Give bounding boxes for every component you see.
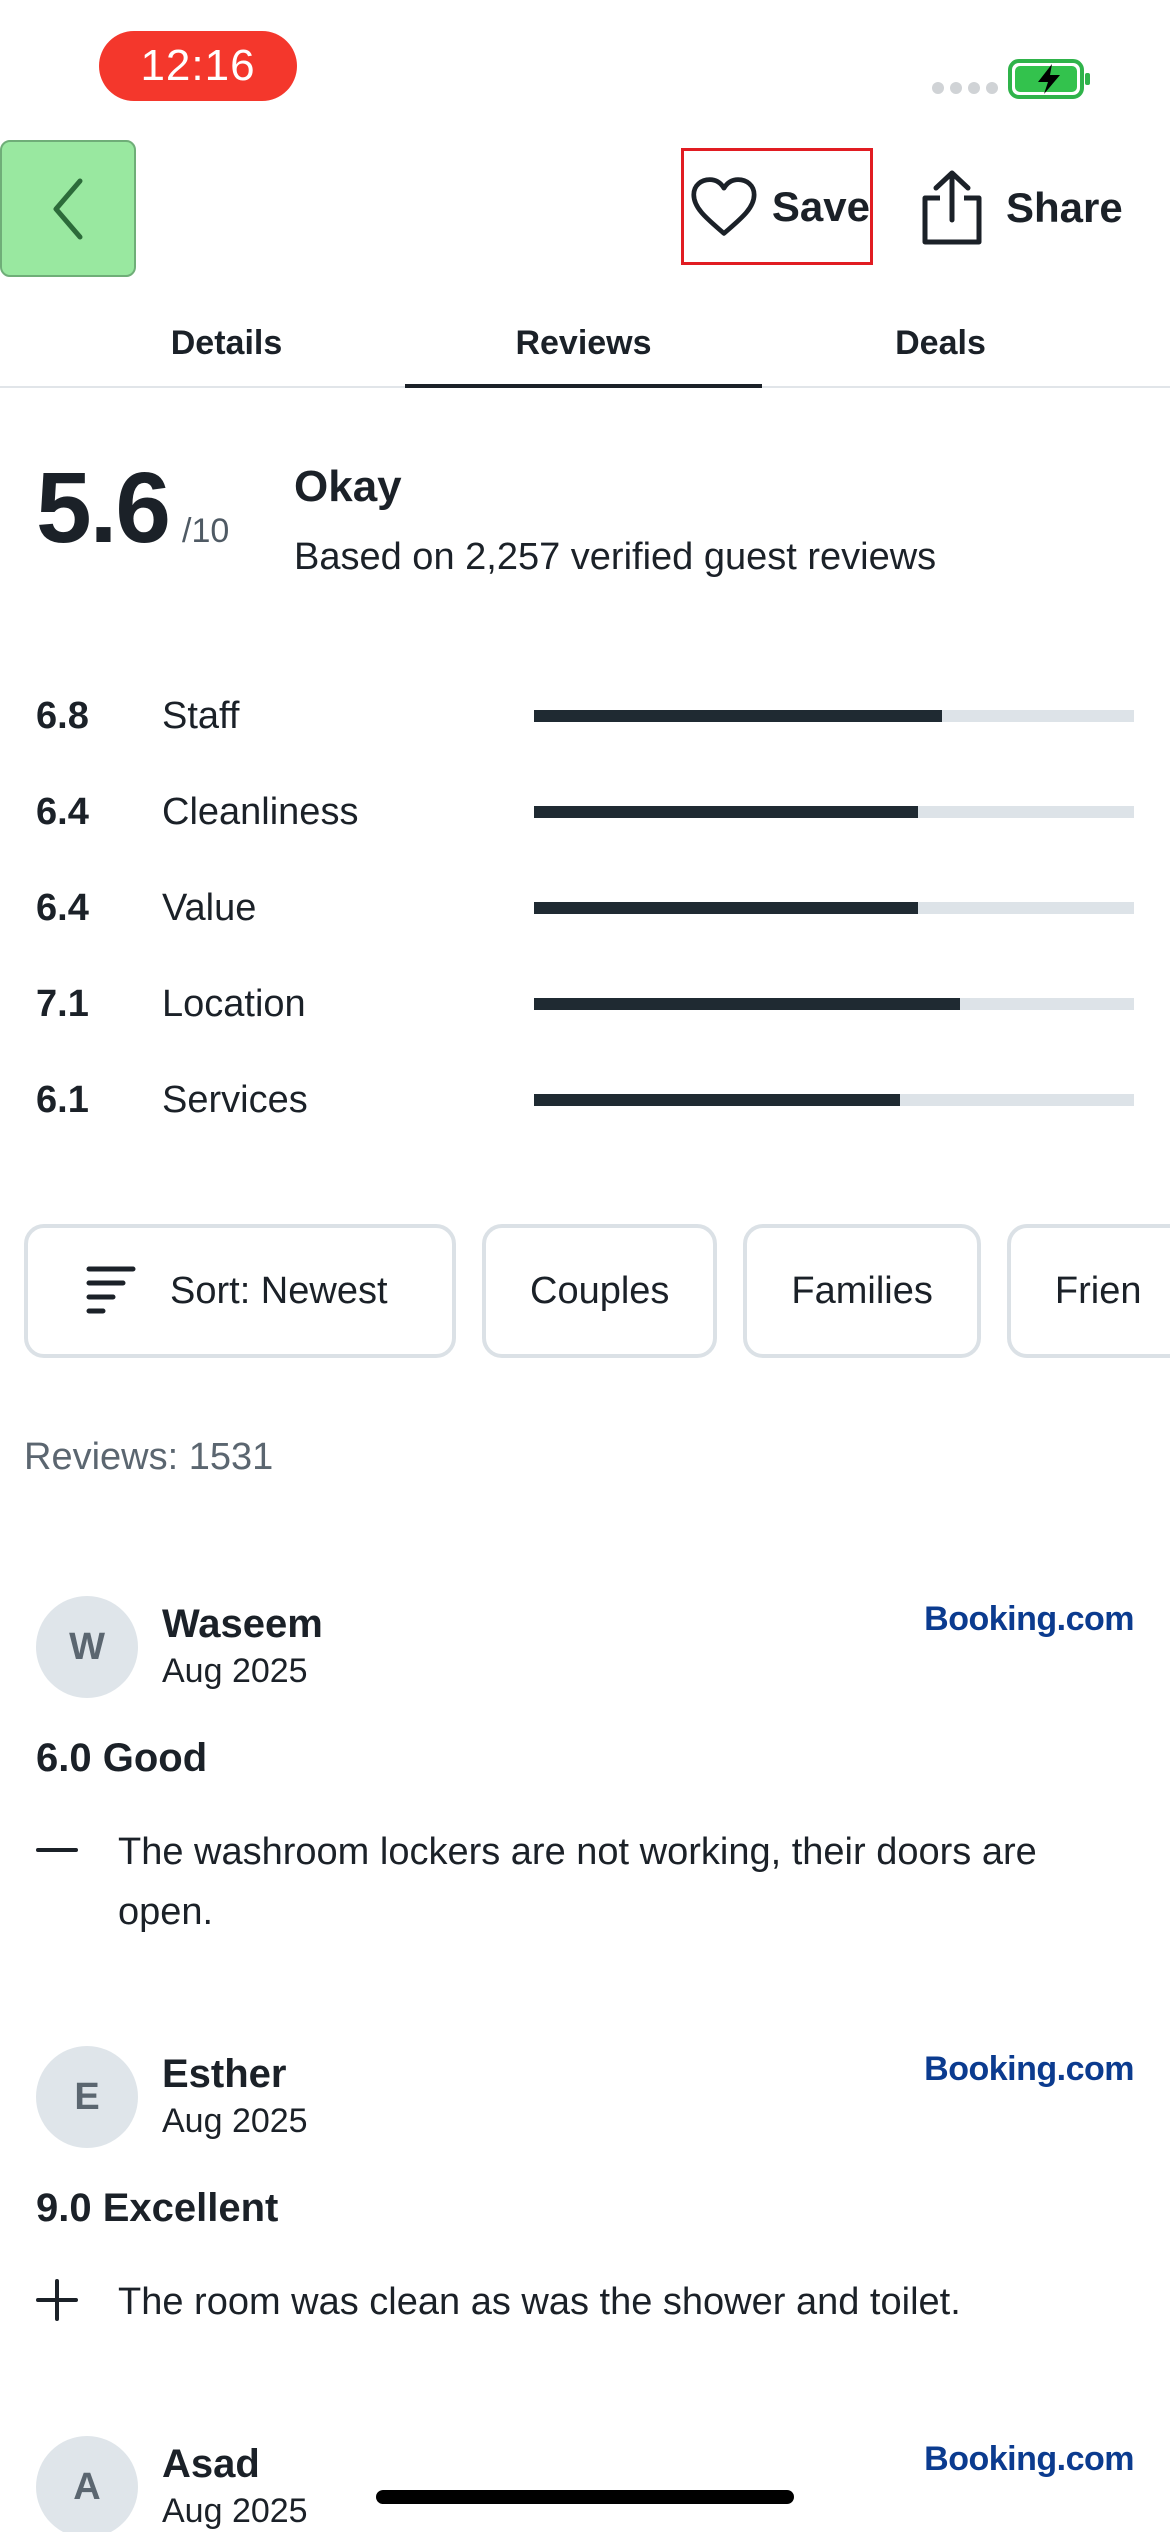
avatar: W — [36, 1596, 138, 1698]
filter-chips: Sort: Newest Couples Families Frien — [24, 1224, 1170, 1358]
avatar: E — [36, 2046, 138, 2148]
rating-bar-fill — [534, 710, 942, 722]
review-item: E Esther Aug 2025 Booking.com 9.0 Excell… — [36, 2046, 1134, 2366]
review-source-logo: Booking.com — [924, 2050, 1134, 2088]
reviewer-name: Esther — [162, 2052, 287, 2096]
tab-details[interactable]: Details — [48, 300, 405, 386]
rating-label: Value — [162, 886, 257, 929]
filter-chip-friends[interactable]: Frien — [1006, 1224, 1170, 1358]
rating-row-staff: 6.8 Staff — [36, 686, 1134, 746]
review-item: A Asad Aug 2025 Booking.com — [36, 2436, 1134, 2532]
save-label: Save — [771, 182, 870, 230]
rating-bar-fill — [534, 998, 960, 1010]
review-date: Aug 2025 — [162, 2492, 308, 2530]
review-score: 9.0 Excellent — [36, 2186, 279, 2230]
back-button[interactable] — [0, 140, 136, 277]
review-source-logo: Booking.com — [924, 2440, 1134, 2478]
tab-bar: Details Reviews Deals — [0, 300, 1170, 388]
reviews-count: Reviews: 1531 — [24, 1436, 274, 1478]
rating-value: 7.1 — [36, 982, 89, 1025]
rating-bar — [534, 1094, 1134, 1106]
plus-icon — [36, 2279, 78, 2321]
share-label: Share — [1006, 184, 1123, 231]
rating-bar-fill — [534, 806, 918, 818]
review-text: The room was clean as was the shower and… — [118, 2281, 961, 2323]
reviewer-name: Asad — [162, 2442, 260, 2486]
rating-bar — [534, 902, 1134, 914]
rating-bar — [534, 710, 1134, 722]
rating-bar-fill — [534, 902, 918, 914]
rating-value: 6.8 — [36, 694, 89, 737]
share-button[interactable]: Share — [920, 160, 1123, 256]
sort-label: Sort: Newest — [170, 1269, 388, 1312]
status-time: 12:16 — [99, 31, 297, 101]
review-date: Aug 2025 — [162, 2102, 308, 2140]
reviewer-name: Waseem — [162, 1602, 323, 1646]
overall-score: 5.6 — [36, 452, 171, 564]
overall-score-basis: Based on 2,257 verified guest reviews — [294, 536, 937, 578]
review-text: The washroom lockers are not working, th… — [118, 1831, 1037, 1933]
share-icon — [922, 170, 982, 245]
review-date: Aug 2025 — [162, 1652, 308, 1690]
battery-charging-icon — [1008, 59, 1090, 99]
filter-chip-couples[interactable]: Couples — [482, 1224, 718, 1358]
rating-label: Staff — [162, 694, 240, 737]
review-item: W Waseem Aug 2025 Booking.com 6.0 Good T… — [36, 1596, 1134, 1956]
rating-row-cleanliness: 6.4 Cleanliness — [36, 782, 1134, 842]
avatar: A — [36, 2436, 138, 2532]
rating-label: Services — [162, 1078, 308, 1121]
rating-bar — [534, 998, 1134, 1010]
tab-reviews[interactable]: Reviews — [405, 300, 762, 388]
overall-score-max: /10 — [182, 512, 230, 550]
rating-row-location: 7.1 Location — [36, 974, 1134, 1034]
sort-button[interactable]: Sort: Newest — [24, 1224, 456, 1358]
review-negative: The washroom lockers are not working, th… — [36, 1822, 1056, 1942]
review-source-logo: Booking.com — [924, 1600, 1134, 1638]
filter-chip-families[interactable]: Families — [743, 1224, 981, 1358]
save-button[interactable]: Save — [681, 148, 873, 265]
chevron-left-icon — [53, 178, 83, 239]
review-positive: The room was clean as was the shower and… — [36, 2272, 1056, 2332]
rating-value: 6.4 — [36, 790, 89, 833]
home-indicator — [376, 2490, 794, 2504]
rating-bar — [534, 806, 1134, 818]
minus-icon — [36, 1848, 78, 1852]
rating-label: Location — [162, 982, 306, 1025]
rating-row-services: 6.1 Services — [36, 1070, 1134, 1130]
rating-value: 6.4 — [36, 886, 89, 929]
rating-bar-fill — [534, 1094, 900, 1106]
heart-icon — [691, 176, 757, 236]
overall-score-word: Okay — [294, 462, 402, 511]
sort-icon — [86, 1266, 136, 1314]
rating-label: Cleanliness — [162, 790, 359, 833]
signal-icon — [932, 82, 998, 94]
tab-deals[interactable]: Deals — [762, 300, 1119, 386]
rating-row-value: 6.4 Value — [36, 878, 1134, 938]
review-score: 6.0 Good — [36, 1736, 208, 1780]
rating-value: 6.1 — [36, 1078, 89, 1121]
